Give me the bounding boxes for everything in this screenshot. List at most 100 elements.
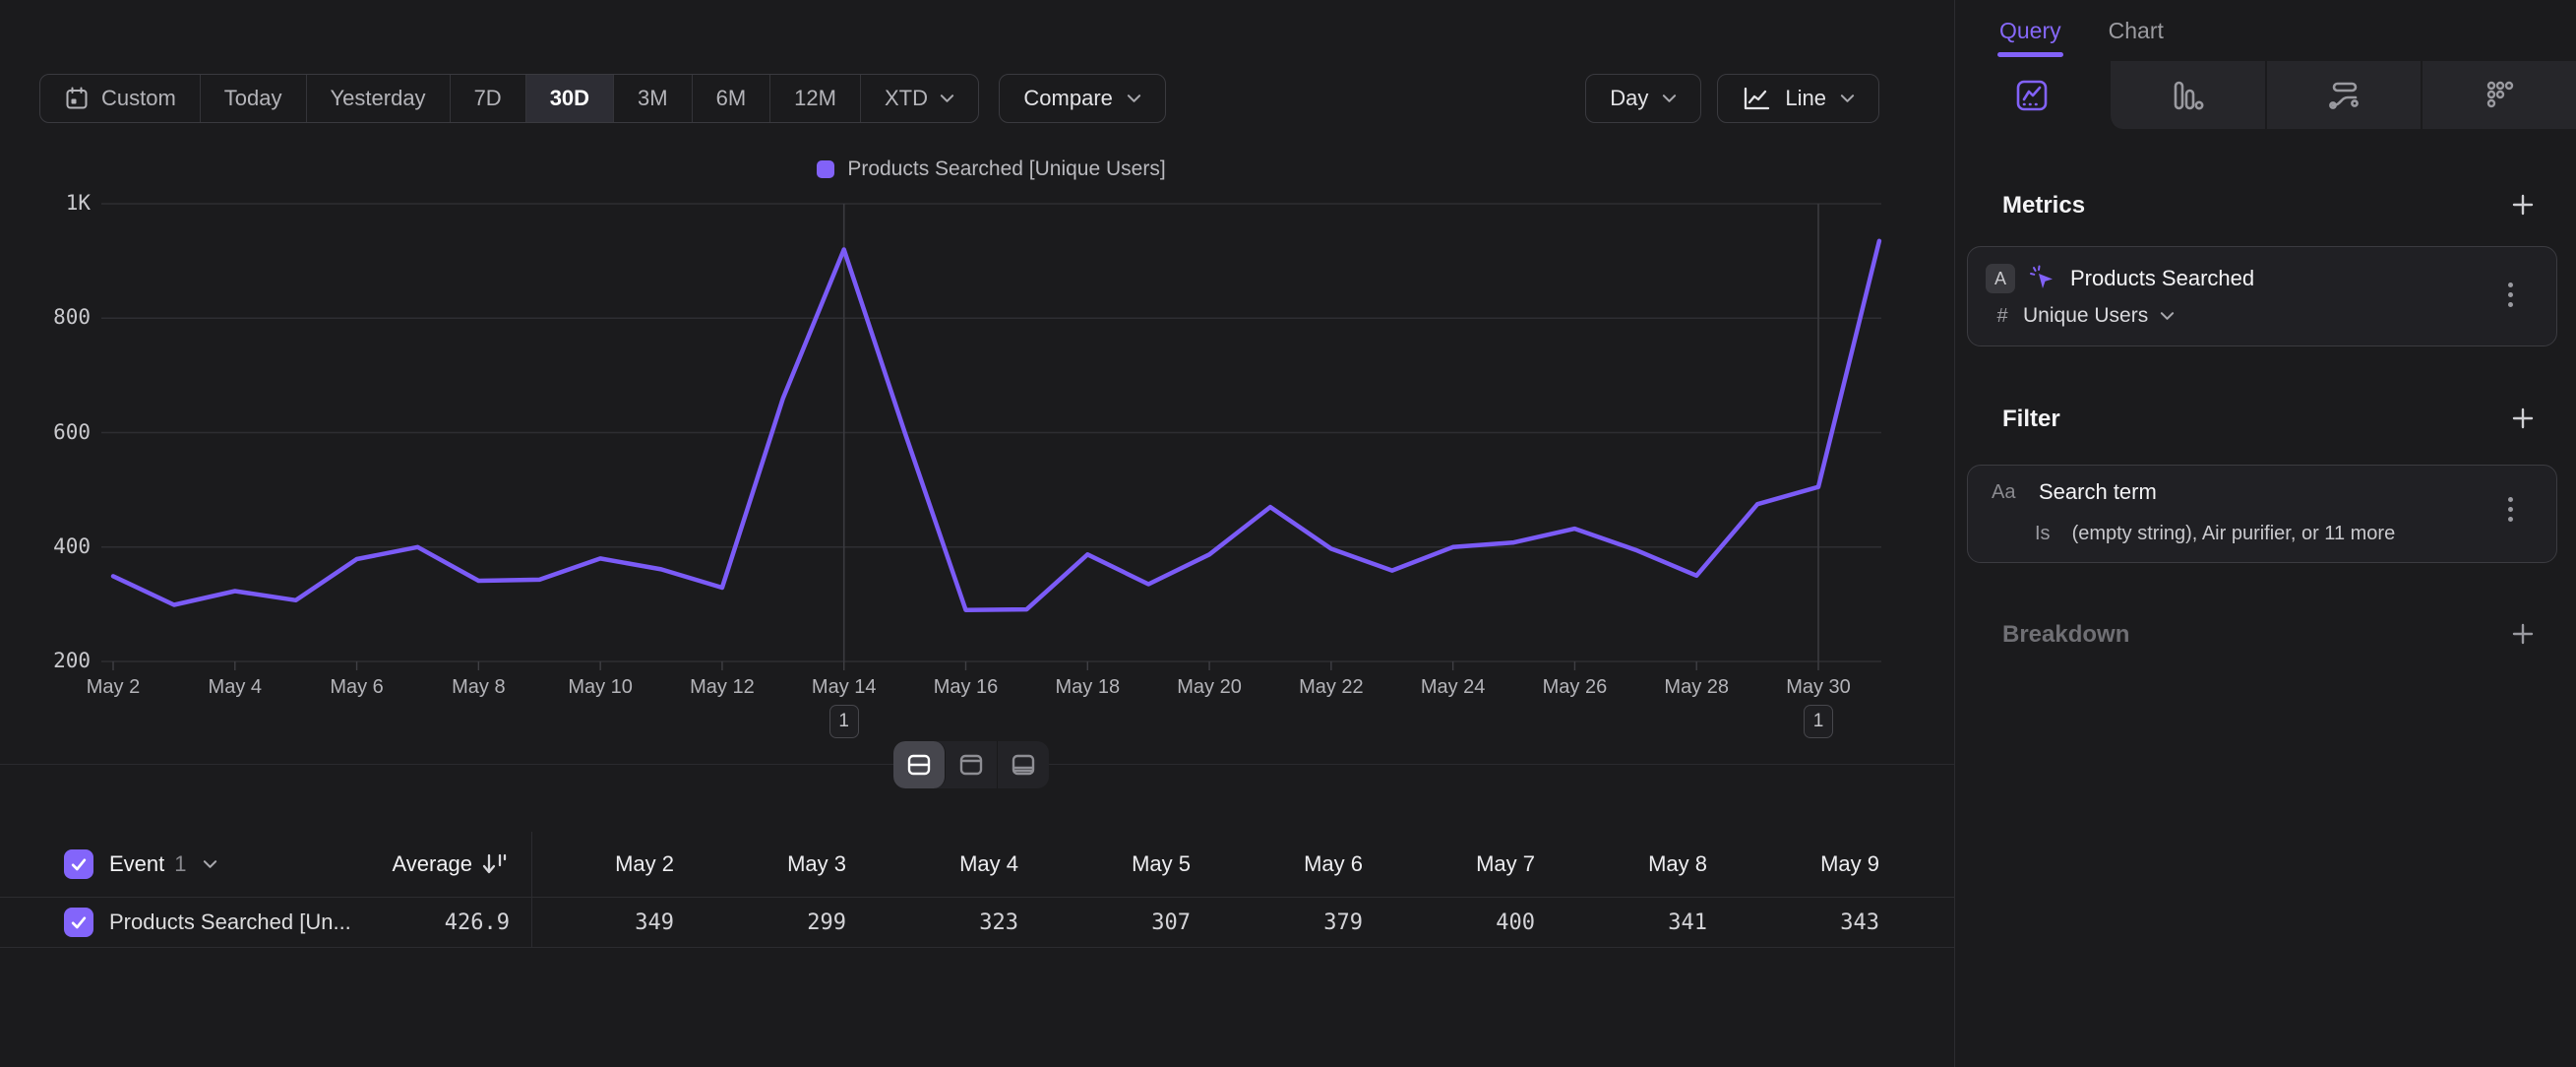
annotation-badge[interactable]: 1 xyxy=(1804,705,1833,738)
table-data-row[interactable]: Products Searched [Un... 426.9 349299323… xyxy=(0,898,1954,948)
cell-value: 379 xyxy=(1323,910,1363,935)
chart-type-label: Line xyxy=(1785,86,1826,111)
split-view-button[interactable] xyxy=(893,741,946,788)
date-column-label: May 3 xyxy=(787,851,846,877)
filter-operator: Is xyxy=(2035,523,2051,545)
legend-swatch xyxy=(817,160,834,178)
aggregation-label: Unique Users xyxy=(2023,304,2148,328)
trend-line[interactable] xyxy=(113,241,1879,610)
date-column-header[interactable]: May 9 xyxy=(1707,832,1879,897)
metric-card[interactable]: A Products Searched # Unique Users xyxy=(1967,246,2557,346)
date-column-header[interactable]: May 5 xyxy=(1018,832,1191,897)
metric-aggregation-row[interactable]: # Unique Users xyxy=(1988,304,2539,328)
filter-condition-row[interactable]: Is (empty string), Air purifier, or 11 m… xyxy=(2035,523,2539,545)
range-xtd[interactable]: XTD xyxy=(861,75,978,122)
table-only-view-button[interactable] xyxy=(998,741,1049,788)
chevron-down-icon xyxy=(2160,311,2175,321)
cell-value: 343 xyxy=(1840,910,1879,935)
annotation-badge[interactable]: 1 xyxy=(829,705,859,738)
range-12m[interactable]: 12M xyxy=(770,75,861,122)
chart-legend[interactable]: Products Searched [Unique Users] xyxy=(101,155,1881,184)
row-average-cell: 426.9 xyxy=(246,898,510,947)
series-letter-badge: A xyxy=(1986,264,2015,293)
cell-value: 349 xyxy=(635,910,674,935)
range-yesterday[interactable]: Yesterday xyxy=(307,75,451,122)
string-type-icon: Aa xyxy=(1992,481,2031,504)
report-type-funnels[interactable] xyxy=(2109,61,2264,129)
check-icon xyxy=(69,854,89,874)
filter-header: Filter xyxy=(2002,406,2537,433)
cell-value: 307 xyxy=(1151,910,1191,935)
value-cell: 349 xyxy=(517,898,674,947)
chevron-down-icon xyxy=(1840,94,1855,103)
value-cell: 307 xyxy=(1018,898,1191,947)
range-6m[interactable]: 6M xyxy=(693,75,771,122)
filter-card[interactable]: Aa Search term Is (empty string), Air pu… xyxy=(1967,465,2557,563)
sort-descending-icon[interactable] xyxy=(480,850,510,878)
add-metric-button[interactable] xyxy=(2509,192,2537,220)
value-cell: 400 xyxy=(1363,898,1535,947)
add-breakdown-button[interactable] xyxy=(2509,621,2537,649)
filter-value: (empty string), Air purifier, or 11 more xyxy=(2072,523,2396,545)
date-column-header[interactable]: May 2 xyxy=(517,832,674,897)
date-column-label: May 9 xyxy=(1820,851,1879,877)
metrics-title: Metrics xyxy=(2002,192,2085,220)
metrics-header: Metrics xyxy=(2002,192,2537,220)
table-only-view-icon xyxy=(1011,753,1036,777)
date-column-header[interactable]: May 6 xyxy=(1191,832,1363,897)
compare-button[interactable]: Compare xyxy=(999,74,1165,123)
add-filter-button[interactable] xyxy=(2509,406,2537,433)
date-column-header[interactable]: May 7 xyxy=(1363,832,1535,897)
chevron-down-icon xyxy=(940,94,954,103)
date-column-header[interactable]: May 4 xyxy=(846,832,1018,897)
filter-card-row: Aa Search term xyxy=(1992,479,2539,505)
event-count: 1 xyxy=(174,851,186,877)
insights-icon xyxy=(2013,77,2051,114)
range-label: 6M xyxy=(716,86,747,111)
chart-toolbar: CustomTodayYesterday7D30D 3M 6M 12M XTD Comp… xyxy=(39,74,1915,123)
cell-value: 299 xyxy=(807,910,846,935)
date-header-columns: May 2 May 3May 4May 5May 6May 7May 8 May 9 xyxy=(517,832,1879,897)
sidebar-tabs: Query Chart xyxy=(1999,0,2164,61)
range-3m[interactable]: 3M xyxy=(614,75,693,122)
range-7d[interactable]: 7D xyxy=(451,75,526,122)
range-30d[interactable]: 30D xyxy=(526,75,614,122)
report-type-flows[interactable] xyxy=(2265,61,2421,129)
row-value-columns: 349 299323 307 379400341 343 xyxy=(517,898,1879,947)
chevron-down-icon[interactable] xyxy=(203,859,217,869)
report-type-retention[interactable] xyxy=(2421,61,2576,129)
report-type-insights[interactable] xyxy=(1955,61,2109,129)
report-type-strip xyxy=(1955,61,2576,129)
line-chart-icon xyxy=(1742,86,1771,111)
toolbar-right-group: Day Line xyxy=(1585,74,1879,123)
chart-type-button[interactable]: Line xyxy=(1717,74,1879,123)
tab-chart[interactable]: Chart xyxy=(2109,18,2164,44)
date-range-group: CustomTodayYesterday7D30D 3M 6M 12M XTD xyxy=(39,74,979,123)
table-column-divider xyxy=(531,832,532,948)
breakdown-header: Breakdown xyxy=(2002,621,2537,649)
chart-only-view-icon xyxy=(958,753,984,777)
range-label: 3M xyxy=(638,86,668,111)
compare-label: Compare xyxy=(1023,86,1112,111)
date-column-header[interactable]: May 8 xyxy=(1535,832,1707,897)
select-all-checkbox[interactable] xyxy=(64,849,93,879)
average-header-cell[interactable]: Average xyxy=(246,832,510,897)
range-today[interactable]: Today xyxy=(201,75,307,122)
row-checkbox[interactable] xyxy=(64,908,93,937)
view-mode-toggle xyxy=(893,741,1049,788)
event-header-label: Event xyxy=(109,851,164,877)
value-cell: 379 xyxy=(1191,898,1363,947)
date-column-header[interactable]: May 3 xyxy=(674,832,846,897)
analytics-app-window: 1K800600400200May 2May 4May 6May 8May 10… xyxy=(0,0,2576,1067)
value-cell: 323 xyxy=(846,898,1018,947)
event-spark-cursor-icon xyxy=(2027,263,2058,294)
range-label: 12M xyxy=(794,86,836,111)
value-cell: 341 xyxy=(1535,898,1707,947)
metric-event-name: Products Searched xyxy=(2070,266,2254,291)
row-average-value: 426.9 xyxy=(445,910,510,935)
range-custom[interactable]: Custom xyxy=(40,75,201,122)
tab-query[interactable]: Query xyxy=(1999,18,2061,44)
filter-property-name: Search term xyxy=(2039,479,2157,505)
granularity-button[interactable]: Day xyxy=(1585,74,1701,123)
chart-only-view-button[interactable] xyxy=(946,741,998,788)
